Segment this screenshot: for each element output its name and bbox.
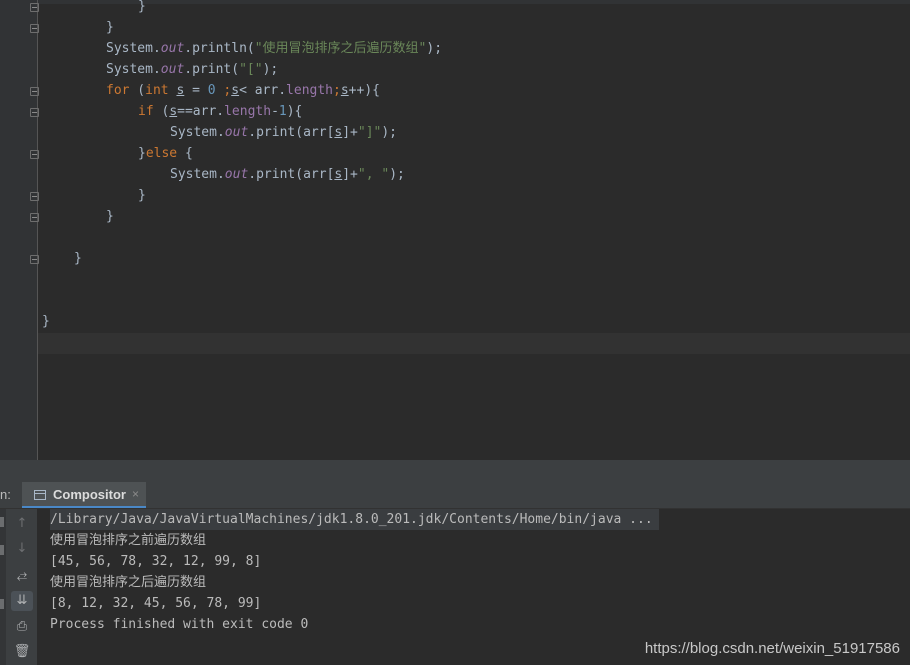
fold-marker-icon[interactable]	[30, 108, 39, 117]
code-line: }	[74, 251, 82, 266]
console-command-line[interactable]: /Library/Java/JavaVirtualMachines/jdk1.8…	[50, 509, 659, 530]
fold-marker-icon[interactable]	[30, 213, 39, 222]
code-line: }	[138, 0, 146, 14]
console-window-icon	[34, 490, 46, 500]
tab-compositor[interactable]: Compositor ×	[22, 482, 146, 508]
edge-marker	[0, 599, 4, 609]
arrow-up-icon[interactable]: ↑	[11, 514, 33, 534]
fold-marker-icon[interactable]	[30, 192, 39, 201]
code-editor[interactable]: } } System.out.println("使用冒泡排序之后遍历数组"); …	[0, 0, 910, 460]
panel-splitter[interactable]	[0, 460, 910, 482]
fold-marker-icon[interactable]	[30, 255, 39, 264]
run-toolbar: ↑ ↓ ⥄ ⇊ ⎙ 🗑	[0, 509, 37, 665]
console-line: 使用冒泡排序之后遍历数组	[50, 575, 207, 590]
console-line: [8, 12, 32, 45, 56, 78, 99]	[50, 596, 262, 611]
soft-wrap-icon[interactable]: ⥄	[11, 566, 33, 586]
toolbar-edge	[0, 509, 6, 665]
code-line: System.out.print(arr[s]+"]");	[170, 125, 398, 140]
console-output[interactable]: /Library/Java/JavaVirtualMachines/jdk1.8…	[37, 509, 910, 665]
code-line: System.out.println("使用冒泡排序之后遍历数组");	[106, 41, 443, 56]
edge-marker	[0, 517, 4, 527]
arrow-down-icon[interactable]: ↓	[11, 539, 33, 559]
code-line: System.out.print(arr[s]+", ");	[170, 167, 405, 182]
watermark: https://blog.csdn.net/weixin_51917586	[644, 640, 900, 657]
code-line: }	[106, 20, 114, 35]
print-icon[interactable]: ⎙	[11, 617, 33, 637]
editor-gutter	[0, 0, 39, 460]
code-line: }else {	[138, 146, 193, 161]
console-line: 使用冒泡排序之前遍历数组	[50, 533, 207, 548]
trash-icon[interactable]: 🗑	[11, 642, 33, 662]
code-line: }	[138, 188, 146, 203]
code-line: }	[106, 209, 114, 224]
code-line: for (int s = 0 ;s< arr.length;s++){	[106, 83, 380, 98]
fold-marker-icon[interactable]	[30, 24, 39, 33]
console-line: Process finished with exit code 0	[50, 617, 309, 632]
fold-marker-icon[interactable]	[30, 150, 39, 159]
code-line: if (s==arr.length-1){	[138, 104, 303, 119]
fold-marker-icon[interactable]	[30, 3, 39, 12]
editor-top-strip	[0, 0, 910, 4]
scroll-to-end-icon[interactable]: ⇊	[11, 591, 33, 611]
edge-marker	[0, 545, 4, 555]
current-line-highlight	[38, 333, 910, 354]
run-label: n:	[0, 487, 11, 502]
console-line: [45, 56, 78, 32, 12, 99, 8]	[50, 554, 262, 569]
run-tool-window-header: n: Compositor ×	[0, 482, 910, 509]
close-icon[interactable]: ×	[132, 482, 139, 507]
code-line: }	[42, 314, 50, 329]
code-line: System.out.print("[");	[106, 62, 279, 77]
tab-title: Compositor	[53, 487, 126, 502]
fold-marker-icon[interactable]	[30, 87, 39, 96]
